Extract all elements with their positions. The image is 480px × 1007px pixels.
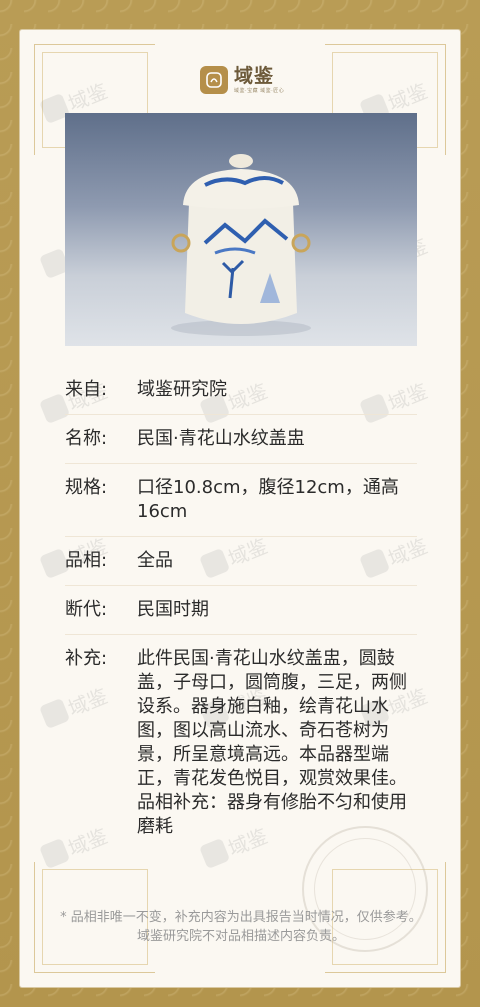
- detail-value: 此件民国·青花山水纹盖盅，圆鼓盖，子母口，圆筒腹，三足，两侧设系。器身施白釉，绘…: [137, 648, 407, 837]
- detail-label: 名称:: [65, 428, 108, 449]
- detail-label: 断代:: [65, 599, 108, 620]
- detail-value: 口径10.8cm，腹径12cm，通高16cm: [137, 477, 399, 522]
- logo-icon: [200, 66, 228, 94]
- detail-value: 全品: [137, 550, 173, 571]
- brand-subtitle: 域鉴·宝藏 域鉴·匠心: [234, 87, 285, 94]
- certificate-card: 域鉴 域鉴 域鉴 域鉴 域鉴 域鉴 域鉴 域鉴 域鉴 域鉴 域鉴 域鉴 域鉴 域…: [20, 30, 460, 987]
- detail-label: 补充:: [65, 648, 108, 669]
- detail-row-condition: 品相: 全品: [65, 537, 417, 586]
- detail-value: 民国时期: [137, 599, 209, 620]
- detail-row-dating: 断代: 民国时期: [65, 586, 417, 635]
- detail-value: 域鉴研究院: [137, 379, 227, 400]
- detail-label: 来自:: [65, 379, 108, 400]
- product-photo: [65, 113, 417, 346]
- detail-row-source: 来自: 域鉴研究院: [65, 366, 417, 415]
- brand-logo: 域鉴 域鉴·宝藏 域鉴·匠心: [200, 63, 284, 97]
- detail-row-spec: 规格: 口径10.8cm，腹径12cm，通高16cm: [65, 464, 417, 537]
- disclaimer-text: * 品相非唯一不变，补充内容为出具报告当时情况，仅供参考。域鉴研究院不对品相描述…: [60, 910, 422, 944]
- detail-label: 品相:: [65, 550, 108, 571]
- detail-row-name: 名称: 民国·青花山水纹盖盅: [65, 415, 417, 464]
- detail-row-notes: 补充: 此件民国·青花山水纹盖盅，圆鼓盖，子母口，圆筒腹，三足，两侧设系。器身施…: [65, 635, 417, 851]
- detail-label: 规格:: [65, 477, 108, 498]
- detail-list: 来自: 域鉴研究院 名称: 民国·青花山水纹盖盅 规格: 口径10.8cm，腹径…: [65, 366, 417, 851]
- detail-value: 民国·青花山水纹盖盅: [137, 428, 305, 449]
- brand-name: 域鉴: [234, 64, 275, 87]
